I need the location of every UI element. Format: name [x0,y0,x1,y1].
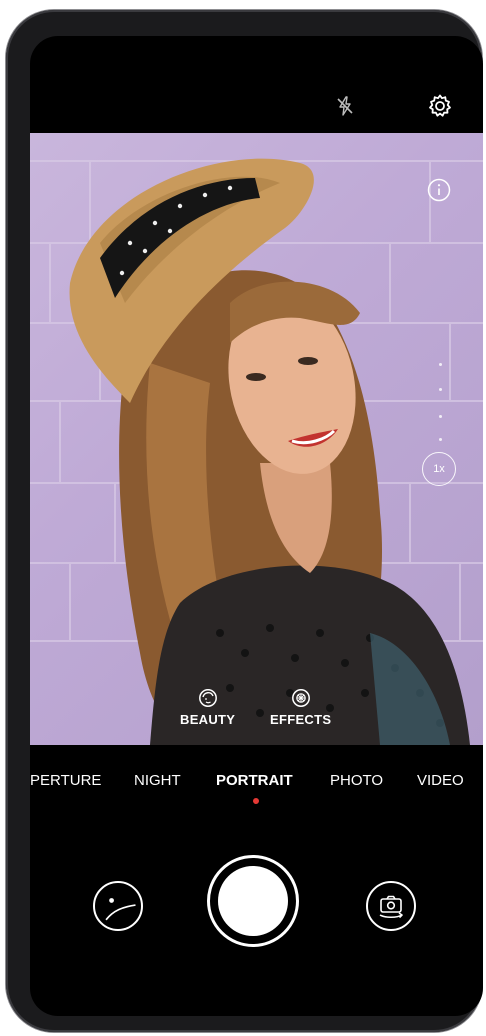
mode-video[interactable]: VIDEO [417,772,464,789]
effects-icon [291,689,310,707]
zoom-indicator-dot [439,438,442,441]
gallery-thumbnail-icon [105,898,136,921]
camera-viewfinder[interactable]: 1x [30,133,483,745]
mode-photo[interactable]: PHOTO [330,772,383,789]
camera-screen: 1x BEAUTY EFFECTS PERTURE NIGHT PORTRAIT… [30,36,483,1016]
top-bar [30,36,483,133]
flash-off-icon[interactable] [330,91,360,121]
shutter-button-inner [218,866,288,936]
shutter-button[interactable] [207,855,299,947]
zoom-indicator-dot [439,363,442,366]
beauty-label: BEAUTY [180,712,236,727]
mode-portrait[interactable]: PORTRAIT [216,772,293,789]
mode-night[interactable]: NIGHT [134,772,181,789]
info-icon[interactable] [427,178,451,202]
gear-icon[interactable] [423,89,457,123]
mode-aperture[interactable]: PERTURE [30,772,101,789]
phone-frame: 1x BEAUTY EFFECTS PERTURE NIGHT PORTRAIT… [6,10,483,1032]
zoom-indicator-dot [439,388,442,391]
switch-camera-icon [379,895,403,919]
zoom-indicator-dot [439,415,442,418]
switch-camera-button[interactable] [366,881,416,931]
beauty-icon [198,689,217,707]
active-mode-indicator [253,798,259,804]
gallery-thumbnail-button[interactable] [93,881,143,931]
zoom-level-label: 1x [433,463,445,475]
zoom-level-button[interactable]: 1x [422,452,456,486]
portrait-subject [69,158,470,745]
beauty-option[interactable]: BEAUTY [180,688,235,727]
effects-option[interactable]: EFFECTS [270,688,331,727]
effects-label: EFFECTS [270,712,332,727]
